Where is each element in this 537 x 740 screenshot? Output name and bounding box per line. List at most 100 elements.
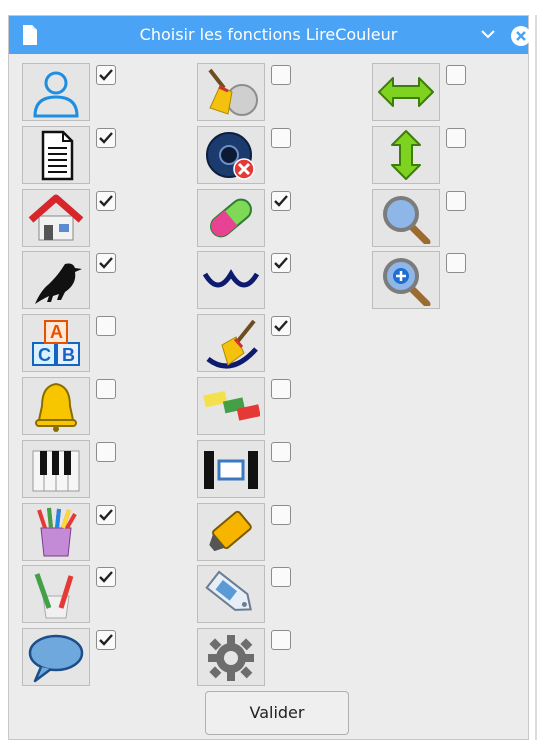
function-icon-button[interactable] [22, 63, 90, 121]
function-icon-button[interactable] [197, 628, 265, 687]
close-icon[interactable] [510, 25, 532, 47]
function-item [197, 63, 291, 125]
function-checkbox[interactable] [446, 190, 466, 211]
function-icon-button[interactable] [22, 251, 90, 310]
function-icon-button[interactable] [197, 377, 265, 435]
pill-icon [210, 198, 252, 237]
function-checkbox[interactable] [271, 127, 291, 148]
function-icon-button[interactable] [197, 251, 265, 310]
pencils-icon [34, 573, 74, 619]
colored-pencils-icon [37, 507, 77, 557]
function-item [22, 502, 116, 565]
mute-speaker-icon [206, 131, 255, 180]
function-checkbox[interactable] [96, 190, 116, 211]
gear-icon [208, 635, 254, 682]
function-icon-button[interactable] [372, 188, 440, 247]
piano-keys-icon [32, 450, 80, 492]
broom-icon [208, 68, 258, 116]
function-checkbox[interactable] [446, 127, 466, 148]
function-icon-button[interactable] [197, 439, 265, 498]
checkmark-icon [274, 257, 288, 270]
checkmark-icon [274, 320, 288, 332]
function-checkbox[interactable] [96, 379, 116, 399]
function-item [372, 188, 466, 251]
function-icon-button[interactable] [372, 63, 440, 121]
chevron-down-icon[interactable] [480, 25, 496, 43]
function-checkbox[interactable] [271, 441, 291, 462]
broom-arc-icon [206, 319, 258, 369]
function-checkbox[interactable] [271, 504, 291, 525]
function-item [22, 251, 116, 313]
function-icon-button[interactable] [197, 314, 265, 373]
function-item [372, 251, 466, 313]
function-checkbox[interactable] [446, 65, 466, 85]
checkmark-icon [99, 69, 113, 81]
function-icon-button[interactable]: CBA [22, 314, 90, 373]
function-icon-button[interactable] [372, 125, 440, 184]
function-icon-button[interactable] [22, 565, 90, 624]
function-icon-button[interactable] [372, 251, 440, 310]
zoom-in-icon [383, 258, 431, 307]
function-icon-button[interactable] [22, 377, 90, 435]
function-checkbox[interactable] [96, 504, 116, 525]
horizontal-arrows-icon [378, 77, 434, 107]
speech-bubble-icon [28, 634, 84, 683]
function-checkbox[interactable] [271, 65, 291, 85]
function-item [22, 188, 116, 251]
arcs-icon [202, 269, 260, 288]
window-title: Choisir les fonctions LireCouleur [139, 25, 398, 44]
function-icon-button[interactable] [197, 565, 265, 624]
checkmark-icon [99, 634, 113, 646]
function-icon-button[interactable] [197, 63, 265, 121]
function-icon-button[interactable] [22, 188, 90, 247]
function-checkbox[interactable] [271, 567, 291, 588]
function-checkbox[interactable] [96, 127, 116, 148]
svg-text:C: C [38, 345, 51, 365]
checkmark-icon [99, 257, 113, 270]
function-checkbox[interactable] [271, 253, 291, 274]
function-icon-button[interactable] [22, 125, 90, 184]
document-icon [41, 130, 74, 181]
function-item [22, 125, 116, 188]
abc-blocks-icon: C BA [32, 320, 80, 367]
function-checkbox[interactable] [96, 316, 116, 337]
validate-button[interactable]: Valider [205, 691, 349, 735]
function-checkbox[interactable] [96, 567, 116, 588]
function-icon-button[interactable] [197, 502, 265, 561]
function-checkbox[interactable] [271, 316, 291, 337]
function-checkbox[interactable] [271, 190, 291, 211]
function-checkbox[interactable] [271, 379, 291, 399]
highlighter-icon [209, 510, 252, 551]
checkmark-icon [99, 571, 113, 584]
function-item [197, 377, 291, 439]
function-checkbox[interactable] [446, 253, 466, 274]
function-item [197, 439, 291, 502]
function-icon-button[interactable] [22, 628, 90, 687]
function-item [197, 565, 291, 627]
house-icon [28, 194, 84, 241]
function-icon-button[interactable] [197, 125, 265, 184]
checkmark-icon [99, 131, 113, 144]
function-checkbox[interactable] [271, 630, 291, 651]
function-item [372, 125, 466, 188]
function-checkbox[interactable] [96, 441, 116, 462]
checkmark-icon [274, 194, 288, 207]
user-icon [33, 71, 79, 118]
function-checkbox[interactable] [96, 630, 116, 651]
function-item [197, 314, 291, 376]
function-checkbox[interactable] [96, 253, 116, 274]
function-icon-button[interactable] [22, 502, 90, 561]
function-item [197, 251, 291, 313]
function-item [22, 377, 116, 439]
function-item [22, 628, 116, 690]
checkmark-icon [99, 194, 113, 207]
function-icon-button[interactable] [197, 188, 265, 247]
svg-text:A: A [50, 322, 63, 342]
function-icon-button[interactable] [22, 439, 90, 498]
function-item [22, 63, 116, 125]
function-item [372, 63, 466, 125]
function-item [22, 439, 116, 502]
function-checkbox[interactable] [96, 65, 116, 85]
function-item: CBA [22, 314, 116, 376]
blackbird-icon [35, 263, 82, 305]
